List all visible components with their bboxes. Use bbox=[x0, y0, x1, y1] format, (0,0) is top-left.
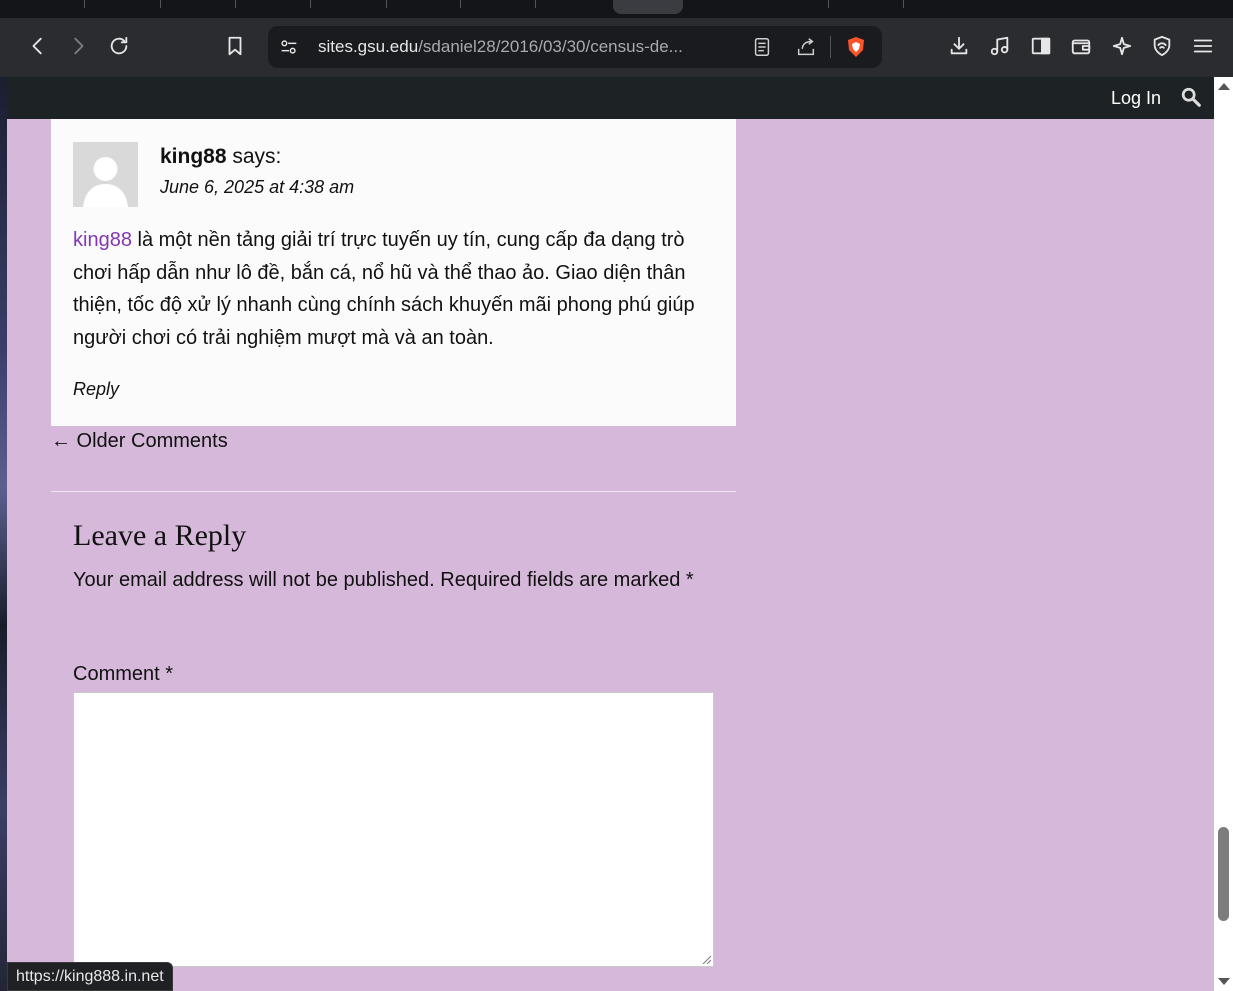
back-arrow-icon bbox=[32, 37, 42, 55]
required-fields-note: Your email address will not be published… bbox=[73, 569, 694, 591]
reader-mode-icon[interactable] bbox=[751, 36, 773, 58]
forward-arrow-icon bbox=[74, 37, 84, 55]
reload-button[interactable] bbox=[103, 30, 135, 62]
scrollbar-thumb[interactable] bbox=[1218, 827, 1229, 921]
comment-body-link[interactable]: king88 bbox=[73, 229, 132, 251]
search-icon[interactable] bbox=[1180, 86, 1202, 108]
leave-reply-heading: Leave a Reply bbox=[73, 519, 247, 552]
status-bar-link-preview: https://king888.in.net bbox=[7, 962, 173, 991]
reload-icon bbox=[110, 36, 128, 55]
comment-date[interactable]: June 6, 2025 at 4:38 am bbox=[160, 177, 354, 198]
resize-grip-icon[interactable] bbox=[701, 954, 711, 964]
sparkle-icon bbox=[1112, 36, 1132, 56]
url-host: sites.gsu.edu bbox=[318, 37, 419, 56]
comment-card: king88 says: June 6, 2025 at 4:38 am kin… bbox=[51, 119, 736, 426]
url-text[interactable]: sites.gsu.edu/sdaniel28/2016/03/30/censu… bbox=[318, 37, 738, 57]
download-icon bbox=[950, 36, 968, 55]
media-button[interactable] bbox=[984, 30, 1016, 62]
share-icon[interactable] bbox=[795, 36, 817, 58]
sidebar-button[interactable] bbox=[1025, 30, 1057, 62]
tab-separator bbox=[84, 0, 85, 8]
wallet-icon bbox=[1071, 39, 1091, 55]
browser-toolbar: sites.gsu.edu/sdaniel28/2016/03/30/censu… bbox=[0, 18, 1233, 77]
older-comments-link[interactable]: ← Older Comments bbox=[51, 430, 228, 453]
tab-separator bbox=[828, 0, 829, 8]
bookmark-icon bbox=[228, 36, 242, 56]
comment-author-name[interactable]: king88 bbox=[160, 145, 227, 168]
comment-reply-link[interactable]: Reply bbox=[73, 379, 119, 400]
tab-separator bbox=[235, 0, 236, 8]
site-header-bar: Log In bbox=[7, 77, 1214, 119]
vpn-shield-icon bbox=[1153, 35, 1171, 57]
wallet-button[interactable] bbox=[1065, 30, 1097, 62]
leo-ai-button[interactable] bbox=[1106, 30, 1138, 62]
avatar bbox=[73, 142, 138, 207]
comment-body-text: là một nền tảng giải trí trực tuyến uy t… bbox=[73, 229, 695, 349]
tab-strip bbox=[0, 0, 1233, 18]
default-avatar-icon bbox=[73, 142, 138, 207]
section-divider bbox=[51, 491, 736, 492]
tab-separator bbox=[310, 0, 311, 8]
hamburger-menu-icon bbox=[1193, 39, 1213, 53]
address-bar-divider bbox=[830, 36, 831, 58]
page-scrollbar[interactable] bbox=[1214, 77, 1233, 991]
tab-separator bbox=[460, 0, 461, 8]
page-viewport: Log In king88 says: June 6, 2025 at 4:38… bbox=[0, 77, 1233, 991]
comment-author: king88 says: bbox=[160, 145, 281, 169]
menu-button[interactable] bbox=[1187, 30, 1219, 62]
tab-separator bbox=[903, 0, 904, 8]
url-path: /sdaniel28/2016/03/30/census-de... bbox=[418, 37, 683, 56]
forward-button[interactable] bbox=[62, 30, 94, 62]
sidebar-icon bbox=[1031, 37, 1051, 55]
desktop-edge bbox=[0, 77, 7, 991]
bookmark-button[interactable] bbox=[219, 30, 251, 62]
site-settings-icon[interactable] bbox=[278, 36, 300, 58]
downloads-button[interactable] bbox=[943, 30, 975, 62]
comment-body: king88 là một nền tảng giải trí trực tuy… bbox=[73, 224, 713, 354]
scroll-up-icon[interactable] bbox=[1218, 83, 1230, 90]
back-button[interactable] bbox=[22, 30, 54, 62]
address-bar[interactable]: sites.gsu.edu/sdaniel28/2016/03/30/censu… bbox=[268, 26, 882, 68]
brave-shields-icon[interactable] bbox=[844, 35, 868, 59]
tab-separator bbox=[386, 0, 387, 8]
comment-field-label: Comment * bbox=[73, 663, 174, 685]
comment-textarea[interactable] bbox=[73, 692, 714, 967]
tab-separator bbox=[535, 0, 536, 8]
music-note-icon bbox=[990, 36, 1009, 56]
active-tab[interactable] bbox=[613, 0, 683, 14]
login-link[interactable]: Log In bbox=[1111, 88, 1161, 109]
tab-separator bbox=[160, 0, 161, 8]
comment-says: says: bbox=[232, 145, 282, 168]
vpn-button[interactable] bbox=[1146, 30, 1178, 62]
scroll-down-icon[interactable] bbox=[1218, 978, 1230, 985]
